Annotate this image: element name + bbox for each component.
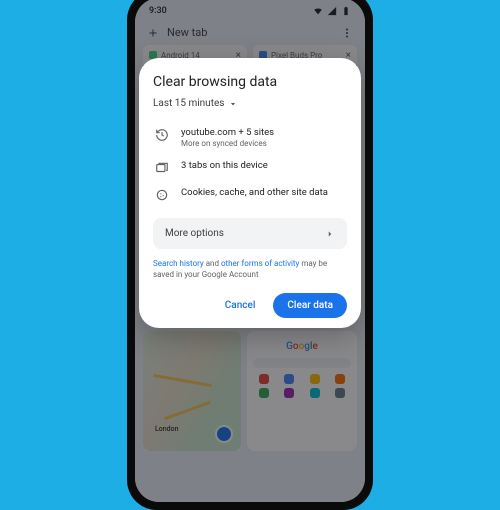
dialog-title: Clear browsing data [153,74,347,90]
history-icon [155,128,169,142]
dialog-actions: Cancel Clear data [153,293,347,318]
item-primary: 3 tabs on this device [181,160,268,171]
clear-data-button[interactable]: Clear data [273,293,347,318]
item-primary: youtube.com + 5 sites [181,127,274,138]
phone-frame: 9:30 New tab Android 14 × Pixel Buds Pro… [127,0,373,510]
chevron-down-icon [228,99,238,109]
info-text: Search history and other forms of activi… [153,259,347,281]
cancel-button[interactable]: Cancel [217,294,264,317]
time-range-value: Last 15 minutes [153,98,224,109]
cookie-icon [155,188,169,202]
chevron-right-icon [325,229,335,239]
time-range-dropdown[interactable]: Last 15 minutes [153,98,347,109]
item-history: youtube.com + 5 sites More on synced dev… [153,121,347,154]
screen: 9:30 New tab Android 14 × Pixel Buds Pro… [135,0,365,502]
more-options-label: More options [165,228,224,239]
link-search-history[interactable]: Search history [153,259,204,268]
link-other-activity[interactable]: other forms of activity [221,259,299,268]
tabs-icon [155,161,169,175]
clear-data-dialog: Clear browsing data Last 15 minutes yout… [139,58,361,328]
item-tabs: 3 tabs on this device [153,154,347,181]
item-secondary: More on synced devices [181,139,274,148]
more-options-button[interactable]: More options [153,218,347,249]
item-primary: Cookies, cache, and other site data [181,187,328,198]
item-cookies: Cookies, cache, and other site data [153,181,347,208]
